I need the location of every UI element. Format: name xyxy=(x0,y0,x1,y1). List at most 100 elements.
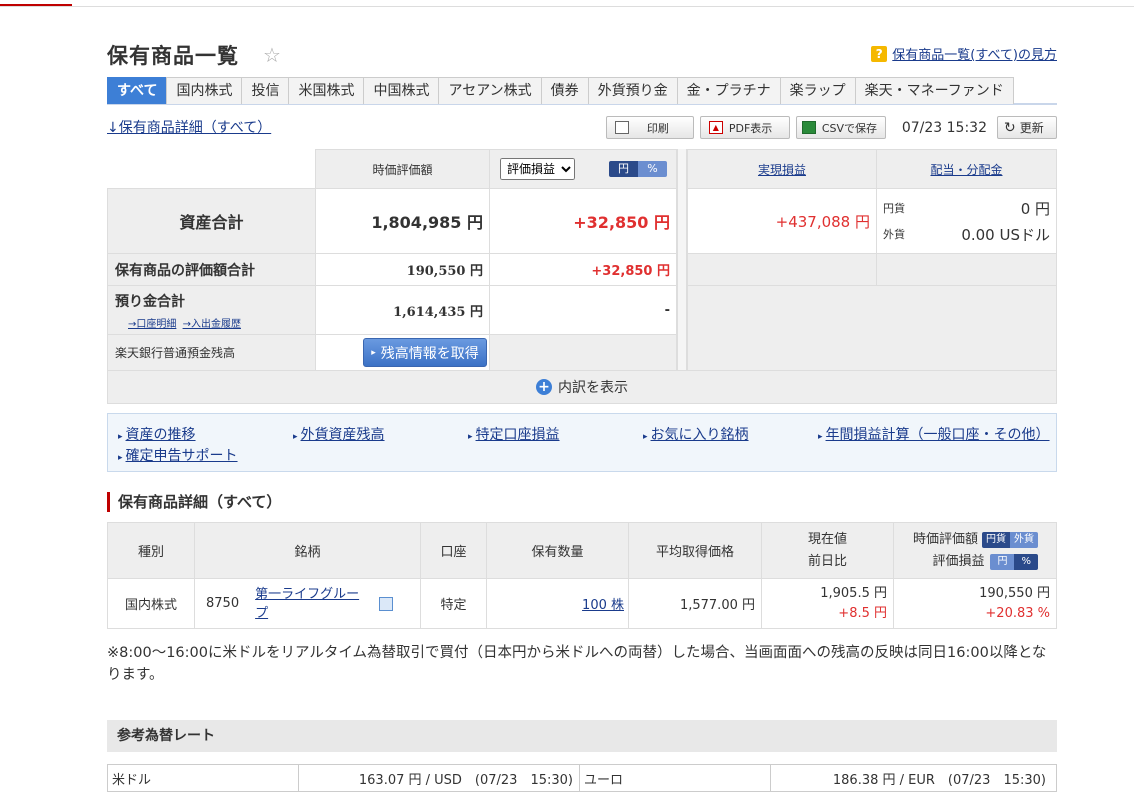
security-name-link[interactable]: 第一ライフグループ xyxy=(255,585,365,623)
usd-label: 米ドル xyxy=(107,764,299,792)
row-avg-price: 1,577.00 円 xyxy=(628,578,762,629)
fetch-balance-button[interactable]: ▸ 残高情報を取得 xyxy=(363,338,487,367)
col-market-value-pl: 時価評価額 円貨 外貨 評価損益 円% xyxy=(893,522,1057,579)
row-type: 国内株式 xyxy=(107,578,195,629)
asset-summary-table: 時価評価額 評価損益 円 % 実現損益 配当・分配金 資産合計 1,804,98… xyxy=(107,149,1057,404)
summary-header-empty xyxy=(107,149,315,189)
security-code: 8750 xyxy=(206,596,240,611)
deposit-total-value: 1,614,435 円 xyxy=(315,285,490,335)
holdings-section-title: 保有商品詳細（すべて） xyxy=(107,492,281,512)
fx-rate-header: 参考為替レート xyxy=(107,720,1057,752)
bank-balance-label: 楽天銀行普通預金残高 xyxy=(107,334,316,371)
bank-balance-action: ▸ 残高情報を取得 xyxy=(315,334,490,371)
deposit-empty-area xyxy=(687,285,1057,371)
arrow-icon: ▸ xyxy=(118,432,123,442)
summary-header-market-value: 時価評価額 xyxy=(315,149,490,189)
holdings-total-value: 190,550 円 xyxy=(315,253,490,286)
unit-toggle[interactable]: 円 % xyxy=(609,161,667,177)
link-specific-account-pl[interactable]: ▸ 特定口座損益 xyxy=(468,424,560,444)
row-quantity: 100 株 xyxy=(486,578,629,629)
help-icon: ? xyxy=(871,45,888,62)
tab-domestic-stock[interactable]: 国内株式 xyxy=(166,77,243,104)
tab-mutual-fund[interactable]: 投信 xyxy=(241,77,290,104)
pl-unit-yen-option[interactable]: 円 xyxy=(990,553,1015,570)
summary-header-realized: 実現損益 xyxy=(687,149,877,189)
link-tax-return-support[interactable]: ▸ 確定申告サポート xyxy=(118,445,238,465)
tab-china-stock[interactable]: 中国株式 xyxy=(363,77,440,104)
favorite-star-icon[interactable]: ☆ xyxy=(263,43,281,67)
arrow-icon: ▸ xyxy=(818,432,823,442)
pl-unit-toggle[interactable]: 円% xyxy=(990,553,1038,570)
last-updated-time: 07/23 15:32 xyxy=(901,119,987,136)
deposit-total-pl: - xyxy=(489,285,677,335)
tab-all[interactable]: すべて xyxy=(107,77,168,104)
pl-unit-pct-option[interactable]: % xyxy=(1014,553,1038,570)
currency-toggle[interactable]: 円貨 外貨 xyxy=(982,531,1038,548)
dividend-link[interactable]: 配当・分配金 xyxy=(930,161,1002,178)
deposit-history-link[interactable]: →入出金履歴 xyxy=(183,319,241,330)
fx-reflection-note: ※8:00～16:00に米ドルをリアルタイム為替取引で買付（日本円から米ドルへの… xyxy=(107,645,1047,683)
toolbar: 印刷 ▲ PDF表示 CSVで保存 07/23 15:32 ↻ 更新 xyxy=(605,116,1057,139)
deposit-total-label: 預り金合計 →口座明細 →入出金履歴 xyxy=(107,285,316,335)
calendar-icon[interactable] xyxy=(379,596,394,611)
product-tabs: すべて 国内株式 投信 米国株式 中国株式 アセアン株式 債券 外貨預り金 金・… xyxy=(107,77,1057,105)
holdings-empty-2 xyxy=(876,253,1057,286)
csv-save-button[interactable]: CSVで保存 xyxy=(795,116,886,139)
quantity-link[interactable]: 100 株 xyxy=(582,594,624,613)
tab-us-stock[interactable]: 米国株式 xyxy=(288,77,365,104)
arrow-icon: ▸ xyxy=(293,432,298,442)
printer-icon xyxy=(614,121,629,134)
link-annual-pl[interactable]: ▸ 年間損益計算（一般口座・その他） xyxy=(818,424,1050,444)
tab-rakuwrap[interactable]: 楽ラップ xyxy=(779,77,856,104)
row-security: 8750 第一ライフグループ xyxy=(194,578,421,629)
arrow-icon: ▸ xyxy=(118,453,123,463)
pl-type-select[interactable]: 評価損益 xyxy=(500,158,575,180)
unit-yen-option[interactable]: 円 xyxy=(609,161,638,177)
row-account: 特定 xyxy=(420,578,487,629)
col-account: 口座 xyxy=(420,522,487,579)
bank-empty xyxy=(489,334,677,371)
link-asset-trend[interactable]: ▸ 資産の推移 xyxy=(118,424,196,444)
pdf-button[interactable]: ▲ PDF表示 xyxy=(699,116,790,139)
total-assets-value: 1,804,985 円 xyxy=(315,188,490,254)
col-quantity: 保有数量 xyxy=(486,522,629,579)
top-bar xyxy=(0,0,1134,7)
tab-asean-stock[interactable]: アセアン株式 xyxy=(438,77,542,104)
holdings-total-pl: +32,850 円 xyxy=(489,253,677,286)
tab-bond[interactable]: 債券 xyxy=(540,77,589,104)
link-fx-assets[interactable]: ▸ 外貨資産残高 xyxy=(293,424,385,444)
realized-pl-value: +437,088 円 xyxy=(687,188,877,254)
holdings-detail-anchor-link[interactable]: ↓保有商品詳細（すべて） xyxy=(107,117,271,137)
tab-money-fund[interactable]: 楽天・マネーファンド xyxy=(854,77,1014,104)
usd-rate: 163.07 円 / USD (07/23 15:30) xyxy=(298,764,580,792)
help-link-text[interactable]: 保有商品一覧(すべて)の見方 xyxy=(892,44,1057,63)
summary-header-pl: 評価損益 円 % xyxy=(489,149,677,189)
col-price: 現在値 前日比 xyxy=(761,522,894,579)
expand-breakdown-button[interactable]: + 内訳を表示 xyxy=(107,370,1057,404)
link-favorites[interactable]: ▸ お気に入り銘柄 xyxy=(643,424,749,444)
realized-pl-link[interactable]: 実現損益 xyxy=(758,161,806,178)
column-divider xyxy=(677,149,687,371)
refresh-icon: ↻ xyxy=(1004,119,1016,136)
help-link[interactable]: ? 保有商品一覧(すべて)の見方 xyxy=(871,44,1057,63)
account-detail-link[interactable]: →口座明細 xyxy=(128,319,176,330)
tab-gold-platinum[interactable]: 金・プラチナ xyxy=(676,77,781,104)
holdings-total-label: 保有商品の評価額合計 xyxy=(107,253,316,286)
arrow-icon: ▸ xyxy=(643,432,648,442)
pdf-icon: ▲ xyxy=(708,121,723,134)
tab-fx-deposit[interactable]: 外貨預り金 xyxy=(587,77,678,104)
dividend-values: 円貨 0 円 外貨 0.00 USドル xyxy=(876,188,1057,254)
arrow-icon: ▸ xyxy=(468,432,473,442)
print-button[interactable]: 印刷 xyxy=(605,116,694,139)
unit-pct-option[interactable]: % xyxy=(638,161,667,177)
col-avg-price: 平均取得価格 xyxy=(628,522,762,579)
page-title: 保有商品一覧 xyxy=(107,44,239,68)
quick-links-box: ▸ 資産の推移 ▸ 外貨資産残高 ▸ 特定口座損益 ▸ お気に入り銘柄 ▸ 年間損益計算（… xyxy=(107,413,1057,472)
eur-rate: 186.38 円 / EUR (07/23 15:30) xyxy=(770,764,1057,792)
brand-accent-line xyxy=(0,4,72,6)
currency-yen-option[interactable]: 円貨 xyxy=(982,531,1010,548)
refresh-button[interactable]: ↻ 更新 xyxy=(997,116,1057,139)
row-price: 1,905.5 円 +8.5 円 xyxy=(761,578,894,629)
currency-fx-option[interactable]: 外貨 xyxy=(1010,531,1038,548)
col-name: 銘柄 xyxy=(194,522,421,579)
